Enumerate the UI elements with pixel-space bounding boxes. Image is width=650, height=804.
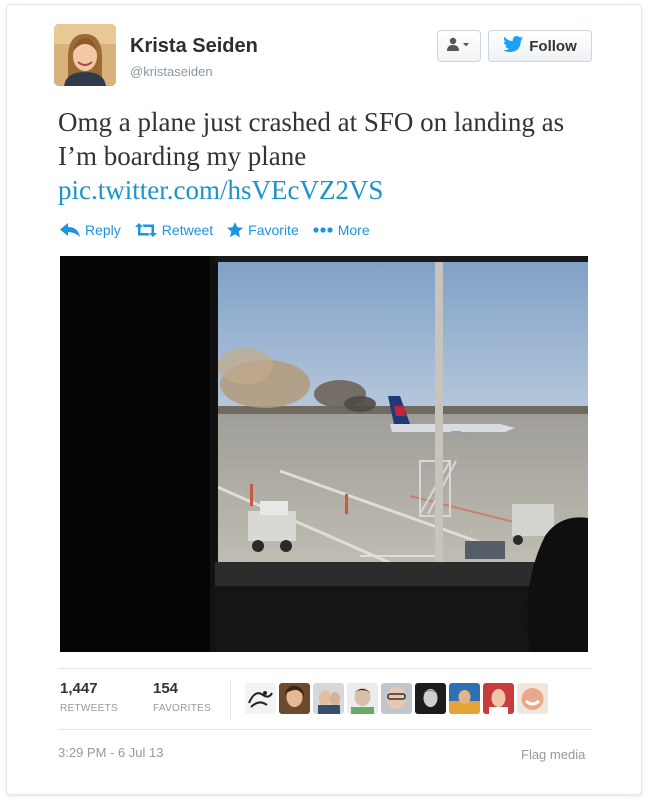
favoriter-avatar[interactable] [381, 683, 412, 714]
retweet-action[interactable]: Retweet [134, 222, 214, 238]
flag-media-link[interactable]: Flag media [521, 747, 585, 762]
display-name[interactable]: Krista Seiden [130, 35, 258, 58]
favorites-count[interactable]: 154 [153, 680, 178, 697]
retweet-icon [134, 223, 157, 237]
user-avatar[interactable] [54, 24, 116, 86]
airport-crash-photo [60, 256, 588, 652]
reply-label: Reply [85, 222, 121, 238]
stats-bottom-divider [58, 729, 592, 730]
twitter-bird-icon [503, 36, 524, 56]
tweet-photo-link[interactable]: pic.twitter.com/hsVEcVZ2VS [58, 173, 383, 207]
reply-action[interactable]: Reply [60, 222, 121, 238]
retweets-count[interactable]: 1,447 [60, 680, 98, 697]
stats-separator [230, 680, 231, 720]
favoriter-avatar[interactable] [347, 683, 378, 714]
reply-icon [60, 223, 80, 237]
person-dropdown-icon [447, 37, 471, 56]
stats-top-divider [58, 668, 592, 669]
favoriter-avatar[interactable] [313, 683, 344, 714]
retweet-label: Retweet [161, 222, 214, 238]
screen-name[interactable]: @kristaseiden [130, 64, 213, 79]
more-label: More [337, 222, 370, 238]
favorite-action[interactable]: Favorite [227, 222, 299, 238]
follow-button[interactable]: Follow [488, 30, 592, 62]
tweet-photo[interactable] [60, 256, 588, 652]
star-icon [227, 222, 244, 238]
tweet-text: Omg a plane just crashed at SFO on landi… [58, 107, 565, 171]
favoriter-avatar[interactable] [483, 683, 514, 714]
more-dots-icon [313, 227, 333, 233]
more-action[interactable]: More [313, 222, 370, 238]
retweets-label[interactable]: RETWEETS [60, 703, 118, 714]
avatar-image [54, 24, 116, 86]
tweet-actions: Reply Retweet Favorite More [60, 222, 370, 238]
favoriter-avatar[interactable] [517, 683, 548, 714]
favoriter-avatar[interactable] [279, 683, 310, 714]
favorite-label: Favorite [248, 222, 299, 238]
follow-label: Follow [529, 37, 577, 55]
user-actions-dropdown[interactable] [437, 30, 481, 62]
tweet-timestamp[interactable]: 3:29 PM - 6 Jul 13 [58, 745, 164, 760]
favoriter-avatar[interactable] [449, 683, 480, 714]
favoriter-avatar[interactable] [245, 683, 276, 714]
favorites-label[interactable]: FAVORITES [153, 703, 211, 714]
favoriter-avatar[interactable] [415, 683, 446, 714]
favoriters-avatars [245, 683, 548, 714]
